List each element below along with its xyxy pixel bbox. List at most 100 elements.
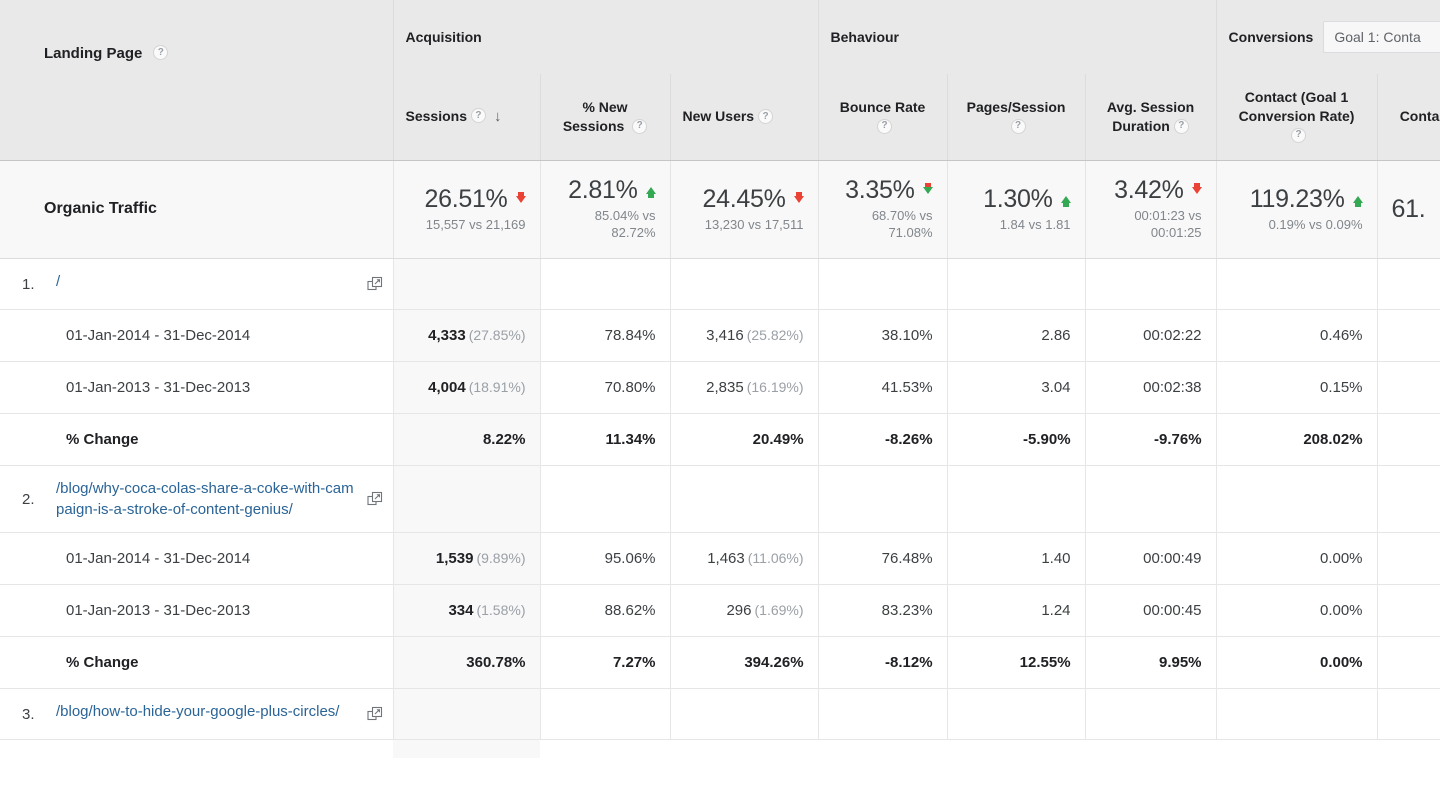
cell-goal-completions [1377, 532, 1440, 586]
value: 334 [448, 602, 474, 620]
landing-page-link[interactable]: /blog/why-coca-colas-share-a-coke-with-c… [56, 478, 361, 521]
help-question-icon[interactable]: ? [632, 118, 648, 134]
cell-goal-conversion-rate-change: 208.02% [1216, 413, 1378, 466]
cell-pages-session: 3.04 [947, 361, 1086, 414]
value: 296 [726, 602, 752, 620]
metric-header-avg-session-duration[interactable]: Avg. Session Duration? [1085, 74, 1217, 161]
cell-avg-duration: 00:02:22 [1085, 309, 1217, 362]
cell-new-sessions-pct: 70.80% [540, 361, 671, 414]
landing-page-report-table: Landing Page ? Acquisition Behaviour Con… [0, 0, 1440, 758]
metric-header-pages-session[interactable]: Pages/Session ? [947, 74, 1086, 161]
landing-page-cell[interactable]: 1. / [0, 258, 394, 310]
cell-new-users: 296 (1.69%) [670, 584, 819, 638]
metric-header-goal-completions[interactable]: Conta Com [1377, 74, 1440, 161]
summary-value-avg-duration: 3.42% [1114, 176, 1184, 205]
table-row-change: % Change 8.22% 11.34% 20.49% -8.26% -5.9… [0, 413, 1440, 466]
metric-header-bounce-rate[interactable]: Bounce Rate ? [818, 74, 948, 161]
summary-compare-new-sessions-pct: 85.04% vs 82.72% [594, 208, 656, 240]
partial-cell [818, 739, 948, 758]
cell-goal-conversion-rate: 0.46% [1216, 309, 1378, 362]
row-spacer [947, 688, 1086, 741]
date-range-label: 01-Jan-2014 - 31-Dec-2014 [0, 532, 394, 586]
summary-cell-sessions: 26.51% 15,557 vs 21,169 [393, 160, 541, 259]
cell-new-sessions-pct: 78.84% [540, 309, 671, 362]
row-spacer [670, 258, 819, 310]
cell-goal-conversion-rate-change: 0.00% [1216, 636, 1378, 690]
help-question-icon[interactable]: ? [1291, 127, 1307, 143]
group-label-behaviour: Behaviour [830, 29, 899, 45]
external-link-icon[interactable] [366, 706, 383, 722]
row-spacer [947, 258, 1086, 310]
help-question-icon[interactable]: ? [1173, 118, 1189, 134]
segment-name: Organic Traffic [0, 160, 394, 259]
group-header-acquisition: Acquisition [393, 0, 819, 74]
metric-header-new-users[interactable]: New Users? [670, 74, 819, 161]
landing-page-link[interactable]: /blog/how-to-hide-your-google-plus-circl… [56, 701, 361, 722]
row-spacer [818, 688, 948, 741]
landing-page-cell[interactable]: 3. /blog/how-to-hide-your-google-plus-ci… [0, 688, 394, 741]
metric-header-spacer [0, 74, 394, 161]
summary-cell-goal-conversion-rate: 119.23% 0.19% vs 0.09% [1216, 160, 1378, 259]
value-share: (9.89%) [476, 550, 526, 567]
landing-page-row-header[interactable]: 2. /blog/why-coca-colas-share-a-coke-wit… [0, 465, 1440, 534]
landing-page-row-header[interactable]: 1. / [0, 258, 1440, 310]
summary-value-bounce-rate: 3.35% [845, 176, 915, 205]
cell-pages-session-change: 12.55% [947, 636, 1086, 690]
partial-cell [947, 739, 1086, 758]
table-row: 01-Jan-2013 - 31-Dec-2013 334 (1.58%) 88.… [0, 584, 1440, 638]
trend-up-icon [1352, 191, 1363, 207]
row-spacer [1085, 465, 1217, 534]
cell-goal-completions [1377, 584, 1440, 638]
partial-cell-sessions [393, 739, 540, 758]
cell-goal-conversion-rate: 0.00% [1216, 532, 1378, 586]
help-question-icon[interactable]: ? [877, 118, 893, 134]
row-spacer [540, 258, 671, 310]
help-question-icon[interactable]: ? [1010, 118, 1026, 134]
external-link-icon[interactable] [366, 491, 383, 507]
metric-header-new-sessions-pct[interactable]: % New Sessions ? [540, 74, 671, 161]
landing-page-link[interactable]: / [56, 271, 361, 292]
row-spacer [1377, 688, 1440, 741]
cell-new-sessions-pct-change: 7.27% [540, 636, 671, 690]
date-range-label: 01-Jan-2014 - 31-Dec-2014 [0, 309, 394, 362]
row-spacer [1216, 688, 1378, 741]
goal-select-dropdown[interactable]: Goal 1: Conta [1323, 21, 1440, 53]
partial-cell [1377, 739, 1440, 758]
row-spacer [540, 465, 671, 534]
row-spacer [670, 465, 819, 534]
partial-cell [0, 739, 393, 758]
row-index: 1. [22, 275, 35, 293]
value-share: (1.58%) [476, 602, 526, 619]
value-share: (11.06%) [747, 550, 804, 567]
value-share: (27.85%) [468, 326, 526, 343]
summary-value-new-users: 24.45% [702, 184, 786, 213]
row-spacer [1085, 688, 1217, 741]
help-question-icon[interactable]: ? [470, 108, 486, 124]
group-header-behaviour: Behaviour [818, 0, 1217, 74]
metric-header-goal-conversion-rate[interactable]: Contact (Goal 1 Conversion Rate) ? [1216, 74, 1378, 161]
summary-compare-sessions: 15,557 vs 21,169 [425, 216, 526, 232]
landing-page-row-header[interactable]: 3. /blog/how-to-hide-your-google-plus-ci… [0, 688, 1440, 741]
summary-value-new-sessions-pct: 2.81% [568, 176, 638, 205]
metric-header-sessions[interactable]: Sessions? ↓ [393, 74, 541, 161]
help-question-icon[interactable]: ? [758, 109, 774, 125]
external-link-icon[interactable] [366, 276, 383, 292]
cell-bounce-rate: 38.10% [818, 309, 948, 362]
summary-compare-bounce-rate: 68.70% vs 71.08% [871, 208, 933, 240]
row-spacer [540, 688, 671, 741]
value: 4,004 [428, 378, 466, 396]
summary-cell-goal-completions: 61. [1377, 160, 1440, 259]
landing-page-cell[interactable]: 2. /blog/why-coca-colas-share-a-coke-wit… [0, 465, 394, 534]
cell-new-users: 2,835 (16.19%) [670, 361, 819, 414]
cell-new-users-change: 20.49% [670, 413, 819, 466]
help-question-icon[interactable]: ? [153, 45, 169, 60]
partial-cell [670, 739, 819, 758]
partial-cell [540, 739, 670, 758]
change-label: % Change [0, 413, 394, 466]
partial-cell [1085, 739, 1217, 758]
sort-descending-icon[interactable]: ↓ [494, 107, 502, 127]
cell-pages-session: 2.86 [947, 309, 1086, 362]
row-spacer-sessions [393, 258, 541, 310]
cell-new-users: 1,463 (11.06%) [670, 532, 819, 586]
row-spacer-sessions [393, 465, 541, 534]
